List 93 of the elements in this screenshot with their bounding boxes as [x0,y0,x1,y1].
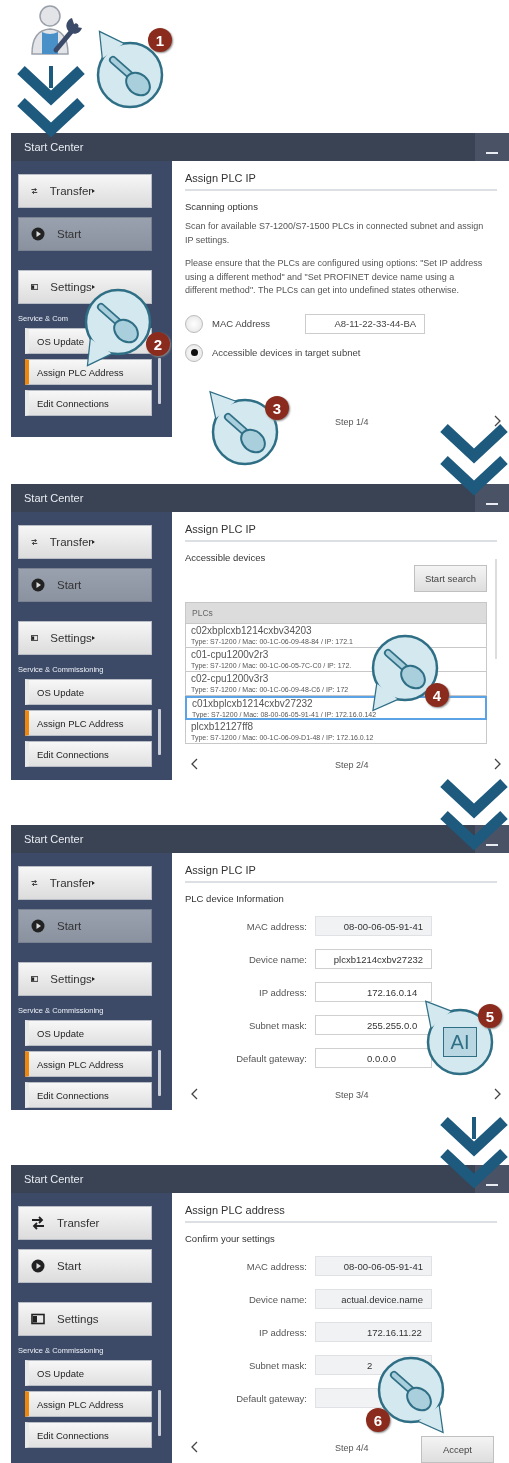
radio-button[interactable] [185,343,203,362]
field-label: IP address: [258,986,307,998]
play-icon [31,1259,45,1273]
next-chevron-icon[interactable] [494,758,501,770]
radio-button[interactable] [185,314,203,333]
submenu-arrow-icon [92,538,95,546]
submenu-arrow-icon [92,879,95,887]
back-chevron-icon[interactable] [191,1441,198,1453]
back-chevron-icon[interactable] [191,758,198,770]
description-text: Please ensure that the PLCs are configured using options: "Set IP address using a different method" and "Set PROFINET device name using a different method". The PLCs can get into undefined states otherwise. [185,257,484,297]
sidebar-button[interactable]: Settings [18,962,152,996]
sidebar-item[interactable]: Edit Connections [25,741,152,767]
field-label: MAC address: [245,920,307,932]
step-indicator: Step 3/4 [335,1090,369,1100]
start-search-button[interactable]: Start search [414,565,487,592]
field-label: Subnet mask: [247,1359,307,1371]
transfer-arrows-icon [31,1216,45,1230]
sidebar-item[interactable]: Assign PLC Address [25,1051,152,1077]
scrollbar[interactable] [495,559,497,659]
text-cursor-symbol: AI [443,1027,477,1057]
field-label: Device name: [247,953,307,965]
page-title: Assign PLC IP [185,523,256,535]
page-title: Assign PLC IP [185,864,256,876]
step-badge: 1 [148,28,172,52]
description-text: Scan for available S7-1200/S7-1500 PLCs in connected subnet and assign IP settings. [185,220,485,247]
submenu-arrow-icon [91,975,95,983]
input-field[interactable]: 172.16.0.14 [315,982,432,1002]
play-icon [31,919,45,933]
window-title: Start Center [24,141,84,153]
step-badge: 5 [478,1004,502,1028]
field-label: IP address: [258,1326,307,1338]
accept-button[interactable]: Accept [421,1436,494,1463]
sidebar-button[interactable]: Settings [18,621,152,655]
scrollbar[interactable] [158,358,161,404]
scrollbar[interactable] [158,709,161,755]
sidebar-item[interactable]: Edit Connections [25,1082,152,1108]
sidebar-item[interactable]: Assign PLC Address [25,710,152,736]
window-title: Start Center [24,1173,84,1185]
submenu-arrow-icon [92,187,95,195]
input-field[interactable]: 08-00-06-05-91-41 [315,1256,432,1276]
sidebar-item[interactable]: OS Update [25,679,152,705]
minimize-button[interactable] [475,133,509,161]
input-field[interactable]: actual.device.name [315,1289,432,1309]
sidebar-item[interactable]: OS Update [25,1020,152,1046]
sidebar-button[interactable]: Transfer [18,174,152,208]
page-title: Assign PLC address [185,1204,285,1216]
field-label: Subnet mask: [247,1019,307,1031]
scrollbar[interactable] [158,1390,161,1436]
window-icon [31,1312,45,1326]
sidebar-button[interactable]: Start [18,1249,152,1283]
sidebar-item[interactable]: Assign PLC Address [25,1391,152,1417]
scrollbar[interactable] [158,1050,161,1096]
step-badge: 6 [366,1408,390,1432]
radio-label: MAC Address [212,318,271,329]
window-title: Start Center [24,492,84,504]
sidebar-item[interactable]: OS Update [25,1360,152,1386]
section-title: Scanning options [185,201,259,212]
step-indicator: Step 2/4 [335,760,369,770]
play-icon [31,227,45,241]
input-field[interactable]: plcxb1214cxbv27232 [315,949,432,969]
section-title: PLC device Information [185,893,285,904]
sidebar-item[interactable]: Edit Connections [25,1422,152,1448]
sidebar-button[interactable]: Transfer [18,525,152,559]
sidebar-item[interactable]: Edit Connections [25,390,152,416]
section-title: Accessible devices [185,552,267,563]
field-label: Default gateway: [235,1052,307,1064]
play-icon [31,578,45,592]
input-field[interactable]: 172.16.11.22 [315,1322,432,1342]
step-indicator: Step 4/4 [335,1443,369,1453]
input-field[interactable]: 08-00-06-05-91-41 [315,916,432,936]
field-label: MAC address: [245,1260,307,1272]
back-chevron-icon[interactable] [191,1088,198,1100]
step-badge: 3 [265,396,289,420]
next-chevron-icon[interactable] [494,415,501,427]
sidebar-item[interactable]: Assign PLC Address [25,359,152,385]
next-chevron-icon[interactable] [494,1088,501,1100]
step-indicator: Step 1/4 [335,417,369,427]
submenu-arrow-icon [91,634,95,642]
sidebar-button[interactable]: Transfer [18,866,152,900]
section-title: Confirm your settings [185,1233,276,1244]
submenu-arrow-icon [91,283,95,291]
minimize-button[interactable] [475,484,509,512]
page-title: Assign PLC IP [185,172,256,184]
field-label: Device name: [247,1293,307,1305]
step-badge: 4 [425,683,449,707]
input-field[interactable]: 0.0.0.0 [315,1048,432,1068]
field-label: Default gateway: [235,1392,307,1404]
radio-label: Accessible devices in target subnet [212,347,361,358]
sidebar-button[interactable]: Settings [18,1302,152,1336]
table-header: PLCs [185,602,487,624]
mac-address-field[interactable]: A8-11-22-33-44-BA [305,313,426,334]
sidebar-button[interactable]: Transfer [18,1206,152,1240]
window-title: Start Center [24,833,84,845]
